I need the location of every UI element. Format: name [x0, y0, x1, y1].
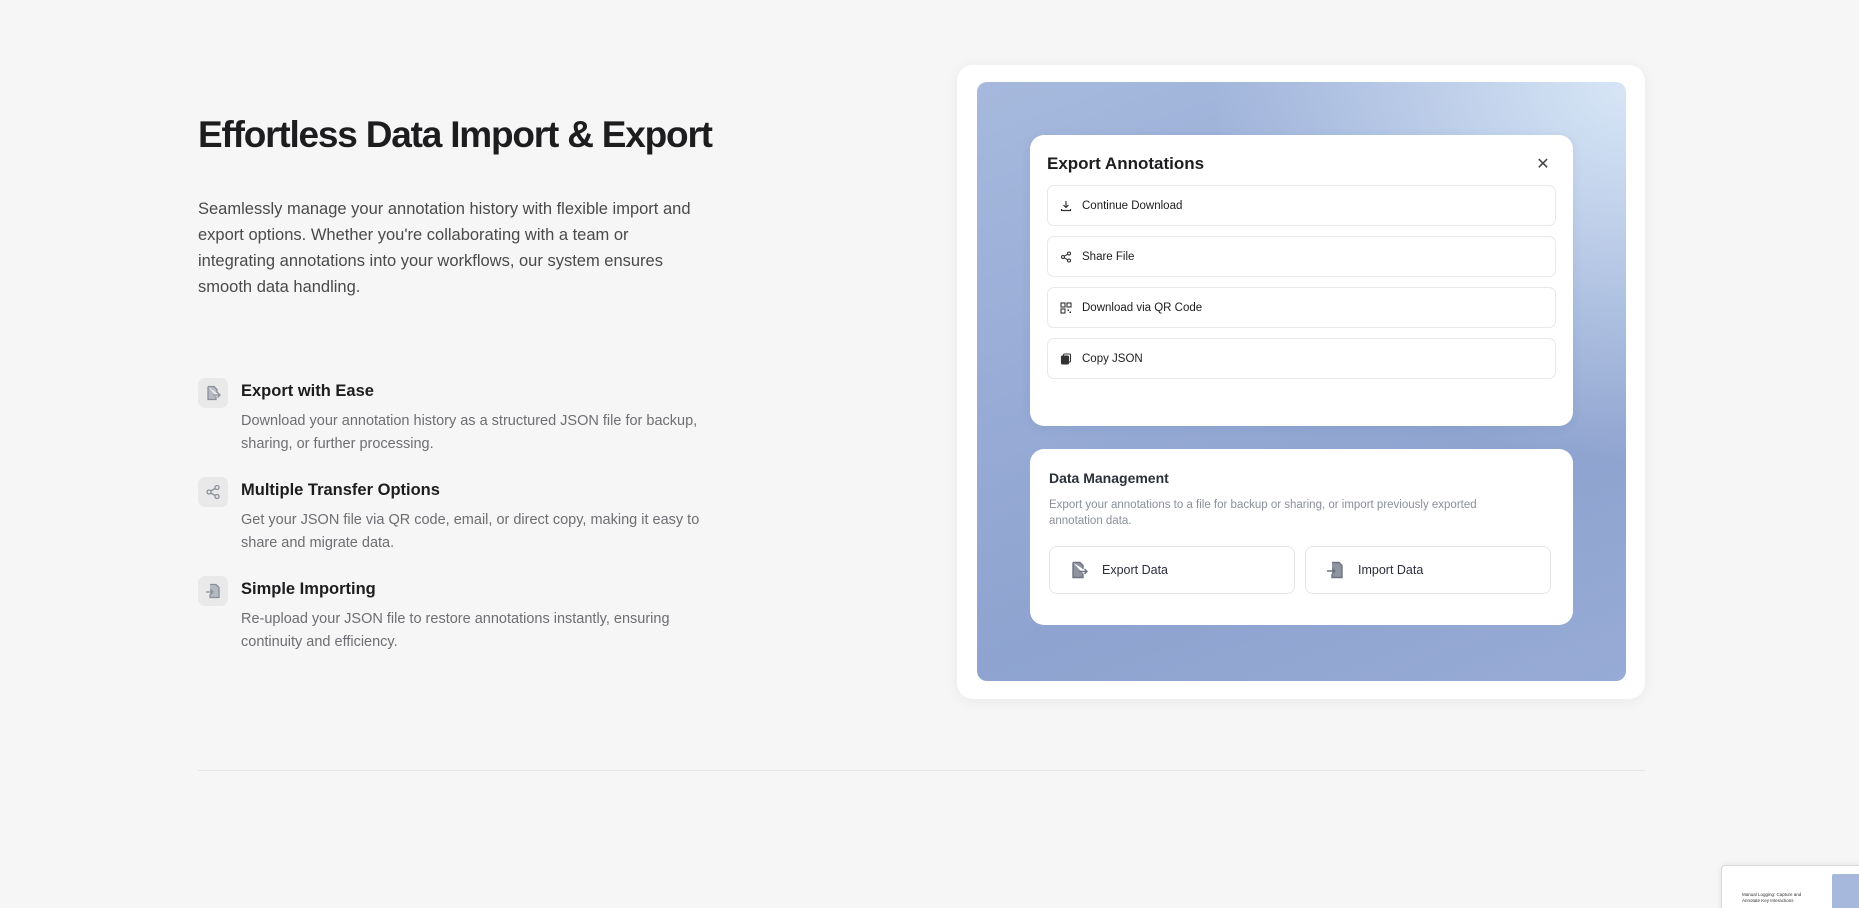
feature-transfer: Multiple Transfer Options Get your JSON …	[198, 477, 718, 555]
share-icon	[1060, 250, 1072, 263]
download-icon	[1060, 200, 1072, 212]
continue-download-option[interactable]: Continue Download	[1047, 185, 1556, 226]
data-management-panel: Data Management Export your annotations …	[1030, 449, 1573, 625]
illustration-background: Export Annotations ✕ Continue Download S…	[977, 82, 1626, 681]
export-data-button[interactable]: Export Data	[1049, 546, 1295, 594]
next-section-thumbnail[interactable]: Manual Logging: Capture and Annotate Key…	[1721, 865, 1859, 908]
file-import-icon	[1326, 561, 1344, 579]
close-icon[interactable]: ✕	[1535, 157, 1551, 173]
panel-description: Export your annotations to a file for ba…	[1049, 499, 1477, 527]
feature-list: Export with Ease Download your annotatio…	[198, 378, 718, 654]
feature-title: Export with Ease	[241, 382, 374, 400]
feature-description: Get your JSON file via QR code, email, o…	[241, 512, 700, 551]
button-label: Export Data	[1102, 563, 1169, 577]
modal-title: Export Annotations	[1047, 154, 1205, 173]
panel-title: Data Management	[1049, 470, 1169, 486]
file-import-icon	[198, 576, 228, 606]
section-divider	[198, 770, 1645, 771]
page: Effortless Data Import & Export Seamless…	[0, 0, 1859, 908]
feature-title: Simple Importing	[241, 580, 376, 598]
copy-icon	[1060, 352, 1072, 365]
share-icon	[198, 477, 228, 507]
page-title: Effortless Data Import & Export	[198, 114, 713, 155]
copy-json-option[interactable]: Copy JSON	[1047, 338, 1556, 379]
download-qr-option[interactable]: Download via QR Code	[1047, 287, 1556, 328]
feature-title: Multiple Transfer Options	[241, 481, 440, 499]
thumbnail-image	[1832, 874, 1859, 908]
file-export-icon	[1070, 561, 1088, 579]
button-label: Import Data	[1358, 563, 1424, 577]
illustration-card: Export Annotations ✕ Continue Download S…	[957, 65, 1645, 699]
option-label: Download via QR Code	[1082, 301, 1203, 314]
share-file-option[interactable]: Share File	[1047, 236, 1556, 277]
hero-section: Effortless Data Import & Export Seamless…	[198, 112, 718, 677]
option-label: Share File	[1082, 250, 1135, 263]
feature-import: Simple Importing Re-upload your JSON fil…	[198, 576, 718, 654]
import-data-button[interactable]: Import Data	[1305, 546, 1551, 594]
file-export-icon	[198, 378, 228, 408]
feature-description: Download your annotation history as a st…	[241, 413, 698, 452]
qr-code-icon	[1060, 301, 1072, 314]
option-label: Copy JSON	[1082, 352, 1143, 365]
feature-description: Re-upload your JSON file to restore anno…	[241, 611, 670, 650]
panel-actions: Export Data Import Data	[1049, 546, 1554, 594]
intro-paragraph: Seamlessly manage your annotation histor…	[198, 200, 691, 296]
option-label: Continue Download	[1082, 199, 1183, 212]
feature-export: Export with Ease Download your annotatio…	[198, 378, 718, 456]
export-annotations-modal: Export Annotations ✕ Continue Download S…	[1030, 135, 1573, 426]
thumbnail-caption: Manual Logging: Capture and Annotate Key…	[1742, 892, 1802, 903]
